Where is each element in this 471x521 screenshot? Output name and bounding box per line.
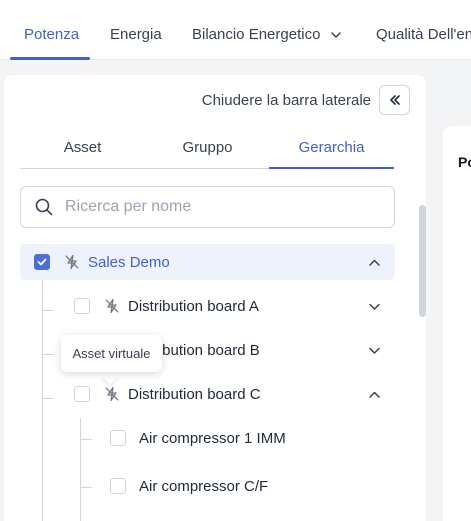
tree-item-air-compressor-cf[interactable]: Air compressor C/F: [20, 468, 395, 504]
main-content-card: Po: [443, 126, 471, 521]
tree-item-label: Distribution board A: [128, 297, 259, 315]
sidebar-panel: Chiudere la barra laterale Asset Gruppo …: [4, 75, 426, 521]
tab-energia[interactable]: Energia: [110, 26, 162, 43]
top-tab-bar: Potenza Energia Bilancio Energetico Qual…: [0, 0, 471, 60]
tab-label: Potenza: [24, 26, 80, 43]
checkbox[interactable]: [74, 386, 90, 402]
collapse-sidebar-row: Chiudere la barra laterale: [202, 85, 410, 115]
tree-item-air-compressor-1-imm[interactable]: Air compressor 1 IMM: [20, 420, 395, 456]
tab-bilancio-energetico[interactable]: Bilancio Energetico: [192, 26, 342, 43]
active-subtab-underline: [269, 167, 394, 169]
tree-item-label: Air compressor 1 IMM: [139, 429, 286, 447]
checkbox[interactable]: [110, 430, 126, 446]
chevron-down-icon[interactable]: [368, 300, 381, 313]
tab-label: Bilancio Energetico: [192, 26, 321, 43]
tree-item-label: Sales Demo: [88, 253, 170, 271]
tab-qualita-energia[interactable]: Qualità Dell'en: [376, 26, 471, 43]
tab-asset[interactable]: Asset: [20, 139, 145, 156]
tab-label: Qualità Dell'en: [376, 26, 471, 43]
tab-potenza[interactable]: Potenza: [24, 26, 79, 43]
checkbox[interactable]: [110, 478, 126, 494]
virtual-asset-icon: [105, 298, 119, 314]
checkbox[interactable]: [74, 298, 90, 314]
virtual-asset-icon: [65, 254, 79, 270]
tree-item-distribution-board-a[interactable]: Distribution board A: [20, 288, 395, 324]
collapse-sidebar-button[interactable]: [379, 85, 410, 115]
chevron-down-icon: [331, 31, 342, 38]
tree-item-label: Distribution board C: [128, 385, 261, 403]
checkmark-icon: [37, 258, 47, 266]
chevron-down-icon[interactable]: [368, 344, 381, 357]
tree-item-distribution-board-c[interactable]: Distribution board C: [20, 376, 395, 412]
active-tab-underline: [10, 57, 90, 60]
double-chevron-left-icon: [389, 95, 400, 105]
virtual-asset-icon: [105, 386, 119, 402]
tab-label: Energia: [110, 26, 162, 43]
tree-item-label: Air compressor C/F: [139, 477, 269, 495]
search-box: [20, 186, 395, 228]
tooltip-asset-virtuale: Asset virtuale: [61, 335, 162, 372]
tab-gruppo[interactable]: Gruppo: [145, 139, 270, 156]
checkbox-checked[interactable]: [34, 254, 50, 270]
collapse-sidebar-label: Chiudere la barra laterale: [201, 91, 371, 109]
sidebar-scrollbar[interactable]: [419, 205, 426, 317]
search-icon: [35, 198, 53, 216]
search-input[interactable]: [65, 198, 365, 216]
main-card-title: Po: [458, 154, 471, 170]
chevron-up-icon[interactable]: [368, 388, 381, 401]
tooltip-text: Asset virtuale: [72, 346, 151, 361]
sidebar-tabs: Asset Gruppo Gerarchia: [20, 132, 394, 169]
tree-item-sales-demo[interactable]: Sales Demo: [20, 244, 395, 280]
tab-gerarchia[interactable]: Gerarchia: [269, 139, 394, 156]
chevron-up-icon[interactable]: [368, 256, 381, 269]
